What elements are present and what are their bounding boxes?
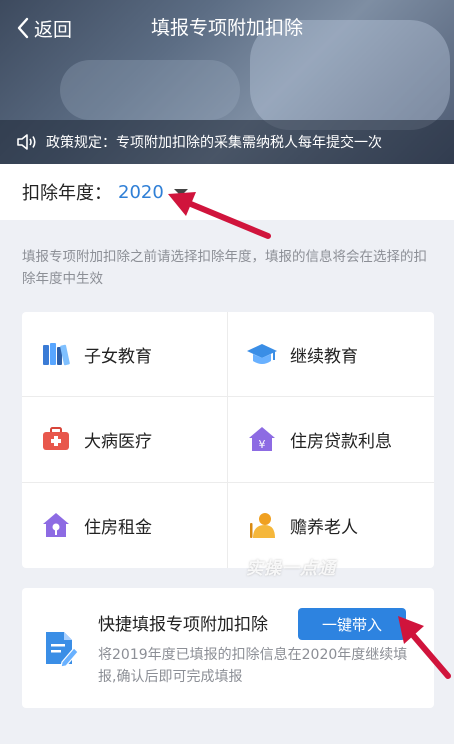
policy-notice: 政策规定：专项附加扣除的采集需纳税人每年提交一次 — [0, 120, 454, 164]
deduction-year-bar: 扣除年度： 2020 — [0, 164, 454, 220]
books-icon — [40, 338, 72, 370]
speaker-icon — [17, 134, 36, 150]
document-edit-icon — [40, 628, 80, 672]
deduction-year-dropdown[interactable]: 2020 — [118, 182, 188, 203]
category-housing-rent[interactable]: 住房租金 — [22, 482, 228, 568]
category-label: 继续教育 — [290, 346, 358, 367]
banner-background-shape — [250, 20, 450, 130]
quick-fill-card: 快捷填报专项附加扣除 一键带入 将2019年度已填报的扣除信息在2020年度继续… — [22, 588, 434, 708]
back-label: 返回 — [34, 18, 73, 41]
caret-down-icon — [173, 188, 188, 196]
banner-background-shape — [60, 60, 240, 120]
category-label: 子女教育 — [84, 346, 152, 367]
house-key-icon — [40, 509, 72, 541]
category-label: 住房租金 — [84, 517, 152, 538]
category-children-education[interactable]: 子女教育 — [22, 312, 228, 398]
policy-notice-text: 政策规定：专项附加扣除的采集需纳税人每年提交一次 — [46, 135, 382, 151]
category-label: 赡养老人 — [290, 517, 358, 538]
chevron-left-icon — [17, 17, 29, 39]
deduction-year-value: 2020 — [118, 181, 164, 203]
deduction-year-label: 扣除年度： — [22, 183, 112, 204]
category-elderly-support[interactable]: 赡养老人 — [228, 483, 434, 568]
graduation-cap-icon — [246, 338, 278, 370]
category-continuing-education[interactable]: 继续教育 — [228, 312, 434, 398]
category-housing-loan-interest[interactable]: ¥ 住房贷款利息 — [228, 397, 434, 483]
house-yen-icon: ¥ — [246, 423, 278, 455]
category-label: 住房贷款利息 — [290, 431, 392, 452]
elderly-icon — [246, 509, 278, 541]
one-click-import-button[interactable]: 一键带入 — [298, 608, 406, 640]
category-label: 大病医疗 — [84, 431, 152, 452]
back-button[interactable]: 返回 — [16, 14, 72, 42]
quick-fill-description: 将2019年度已填报的扣除信息在2020年度继续填报,确认后即可完成填报 — [98, 647, 408, 685]
medical-kit-icon — [40, 423, 72, 455]
svg-text:¥: ¥ — [259, 438, 266, 451]
category-serious-illness[interactable]: 大病医疗 — [22, 397, 228, 483]
year-hint-text: 填报专项附加扣除之前请选择扣除年度，填报的信息将会在选择的扣除年度中生效 — [22, 249, 427, 287]
quick-fill-title: 快捷填报专项附加扣除 — [98, 615, 268, 635]
deduction-category-grid: 子女教育 继续教育 大病医疗 ¥ 住房贷款利息 住房租金 赡养老人 — [22, 312, 434, 568]
